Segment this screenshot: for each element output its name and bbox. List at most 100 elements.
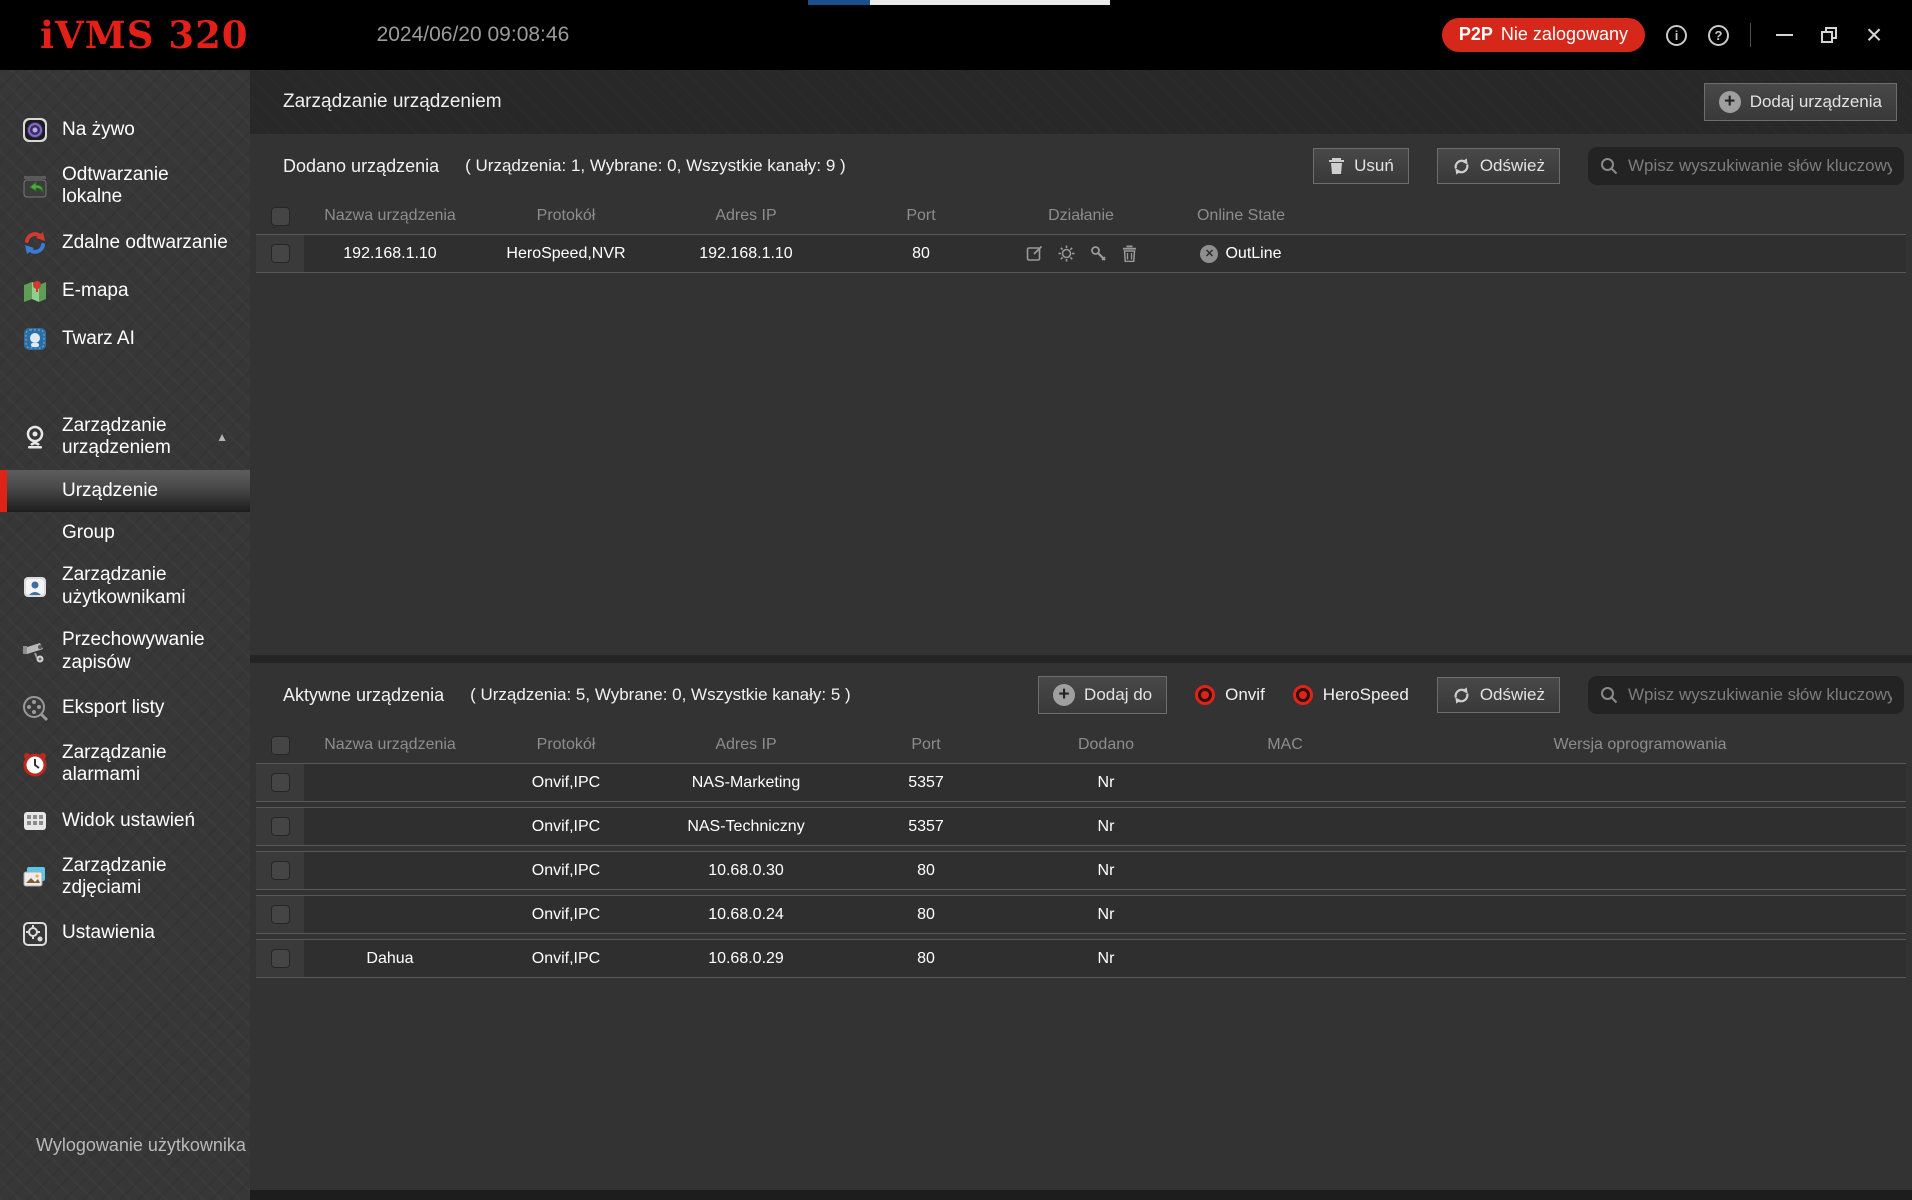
refresh-button[interactable]: Odśwież [1437, 677, 1560, 713]
sidebar-item-remote-playback[interactable]: Zdalne odtwarzanie [0, 219, 250, 267]
refresh-button[interactable]: Odśwież [1437, 148, 1560, 184]
section-title: Dodano urządzenia [283, 156, 439, 177]
edit-icon[interactable] [1026, 245, 1043, 262]
sidebar-item-device-management[interactable]: Zarządzanie urządzeniem ▲ [0, 405, 250, 470]
add-device-button[interactable]: Dodaj urządzenia [1704, 83, 1897, 121]
row-checkbox[interactable] [271, 861, 290, 880]
column-header: Port [836, 732, 1016, 758]
cell-version [1374, 807, 1906, 846]
added-search-box [1588, 147, 1904, 185]
sidebar-item-label: Twarz AI [62, 328, 135, 350]
column-header: Nazwa urządzenia [304, 732, 476, 758]
table-header-row: Nazwa urządzenia Protokół Adres IP Port … [256, 732, 1906, 758]
trash-icon[interactable] [1122, 245, 1137, 262]
active-devices-table: Nazwa urządzenia Protokół Adres IP Port … [256, 727, 1906, 983]
added-device-row[interactable]: 192.168.1.10 HeroSpeed,NVR 192.168.1.10 … [256, 234, 1906, 273]
added-devices-bar: Dodano urządzenia ( Urządzenia: 1, Wybra… [250, 134, 1912, 198]
column-header: Adres IP [656, 203, 836, 229]
add-to-button[interactable]: Dodaj do [1038, 676, 1167, 714]
active-device-row[interactable]: Onvif,IPC 10.68.0.24 80 Nr [256, 895, 1906, 934]
sidebar-item-face-ai[interactable]: Twarz AI [0, 315, 250, 363]
images-icon [7, 863, 62, 891]
sidebar-item-record-storage[interactable]: Przechowywanie zapisów [0, 619, 250, 684]
close-button[interactable]: × [1862, 23, 1886, 47]
active-search-box [1588, 676, 1904, 714]
cell-protocol: Onvif,IPC [476, 939, 656, 978]
added-devices-table: Nazwa urządzenia Protokół Adres IP Port … [256, 198, 1906, 278]
app-logo: iVMS 320 [40, 13, 249, 57]
minimize-icon [1776, 34, 1793, 36]
film-reel-icon [7, 694, 62, 722]
section-title: Aktywne urządzenia [283, 685, 444, 706]
sidebar-item-group[interactable]: Group [0, 512, 250, 554]
row-checkbox[interactable] [271, 817, 290, 836]
column-header: Online State [1156, 203, 1326, 229]
active-device-row[interactable]: Onvif,IPC 10.68.0.30 80 Nr [256, 851, 1906, 890]
main-content: Zarządzanie urządzeniem Dodaj urządzenia… [250, 70, 1912, 1200]
sidebar-item-settings[interactable]: Ustawienia [0, 910, 250, 958]
p2p-status: Nie zalogowany [1501, 24, 1628, 45]
p2p-login-button[interactable]: P2P Nie zalogowany [1442, 18, 1645, 52]
minimize-button[interactable] [1772, 23, 1796, 47]
logout-link[interactable]: Wylogowanie użytkownika [36, 1135, 246, 1156]
sidebar-item-device[interactable]: Urządzenie [0, 470, 250, 512]
sidebar-item-label: Zarządzanie alarmami [62, 742, 232, 787]
help-icon[interactable]: ? [1708, 25, 1729, 46]
alarm-clock-icon [7, 750, 62, 778]
sidebar-item-live-view[interactable]: Na żywo [0, 106, 250, 154]
active-search-input[interactable] [1628, 685, 1892, 705]
added-search-input[interactable] [1628, 156, 1892, 176]
restore-button[interactable] [1817, 23, 1841, 47]
cell-port: 5357 [836, 807, 1016, 846]
delete-button[interactable]: Usuń [1313, 148, 1409, 184]
cell-version [1374, 851, 1906, 890]
select-all-checkbox[interactable] [271, 207, 290, 226]
added-devices-panel: Dodano urządzenia ( Urządzenia: 1, Wybra… [250, 134, 1912, 655]
select-all-checkbox[interactable] [271, 736, 290, 755]
gear-icon[interactable] [1058, 245, 1075, 262]
cell-version [1374, 939, 1906, 978]
page-title: Zarządzanie urządzeniem [283, 91, 502, 113]
sidebar-item-user-management[interactable]: Zarządzanie użytkownikami [0, 554, 250, 619]
cell-device-name: Dahua [304, 939, 476, 978]
plus-circle-icon [1053, 684, 1075, 706]
sidebar-item-alarm-management[interactable]: Zarządzanie alarmami [0, 732, 250, 797]
active-device-row[interactable]: Onvif,IPC NAS-Techniczny 5357 Nr [256, 807, 1906, 846]
row-checkbox[interactable] [271, 949, 290, 968]
herospeed-radio[interactable]: HeroSpeed [1293, 685, 1409, 705]
cell-version [1374, 763, 1906, 802]
column-header: Dodano [1016, 732, 1196, 758]
cell-mac [1196, 895, 1374, 934]
info-icon[interactable]: i [1666, 25, 1687, 46]
row-checkbox[interactable] [271, 244, 290, 263]
onvif-radio[interactable]: Onvif [1195, 685, 1265, 705]
sidebar-item-emap[interactable]: E-mapa [0, 267, 250, 315]
sidebar-item-label: Na żywo [62, 119, 135, 141]
search-icon [1600, 686, 1618, 704]
column-header: Działanie [1006, 203, 1156, 229]
sidebar-item-local-playback[interactable]: Odtwarzanie lokalne [0, 154, 250, 219]
sidebar-item-label: Zdalne odtwarzanie [62, 232, 228, 254]
sidebar: Na żywo Odtwarzanie lokalne Zdalne odtwa… [0, 70, 250, 1200]
sidebar-item-view-settings[interactable]: Widok ustawień [0, 797, 250, 845]
cctv-icon [7, 638, 62, 666]
sidebar-item-label: Eksport listy [62, 697, 164, 719]
sidebar-item-label: Zarządzanie zdjęciami [62, 855, 232, 900]
wrench-icon[interactable] [1090, 245, 1107, 262]
row-checkbox[interactable] [271, 905, 290, 924]
column-header: Port [836, 203, 1006, 229]
restore-icon [1821, 27, 1837, 43]
offline-status-icon [1200, 245, 1218, 263]
cell-port: 80 [836, 895, 1016, 934]
sidebar-item-picture-management[interactable]: Zarządzanie zdjęciami [0, 845, 250, 910]
bottom-strip [250, 1190, 1912, 1200]
active-devices-bar: Aktywne urządzenia ( Urządzenia: 5, Wybr… [250, 663, 1912, 727]
column-header: Nazwa urządzenia [304, 203, 476, 229]
sidebar-item-export-list[interactable]: Eksport listy [0, 684, 250, 732]
cell-device-name [304, 895, 476, 934]
active-device-row[interactable]: Onvif,IPC NAS-Marketing 5357 Nr [256, 763, 1906, 802]
column-header: Protokół [476, 203, 656, 229]
row-checkbox[interactable] [271, 773, 290, 792]
active-device-row[interactable]: Dahua Onvif,IPC 10.68.0.29 80 Nr [256, 939, 1906, 978]
webcam-icon [7, 423, 62, 451]
